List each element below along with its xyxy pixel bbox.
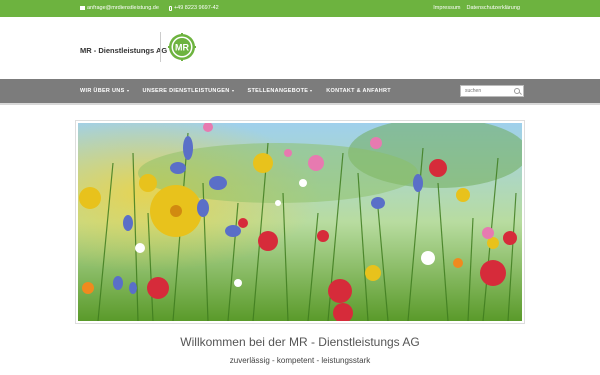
chevron-down-icon — [126, 90, 129, 92]
chevron-down-icon — [310, 90, 313, 92]
nav-item-label: WIR ÜBER UNS — [80, 88, 125, 94]
nav-item-label: STELLENANGEBOTE — [247, 88, 309, 94]
phone-icon — [168, 5, 172, 11]
nav-item-about[interactable]: WIR ÜBER UNS — [80, 88, 129, 94]
search-icon[interactable] — [514, 88, 520, 94]
search-input[interactable] — [463, 86, 513, 96]
phone-link[interactable]: +49 8223 9697-42 — [168, 5, 219, 11]
email-text[interactable]: anfrage@mrdienstleistung.de — [87, 5, 159, 11]
nav-item-label: KONTAKT & ANFAHRT — [326, 88, 391, 94]
top-links: Impressum Datenschutzerklärung — [433, 5, 520, 11]
logo-text: MR — [175, 43, 189, 53]
contact-info: anfrage@mrdienstleistung.de +49 8223 969… — [80, 5, 219, 11]
search-box[interactable] — [460, 85, 524, 97]
site-header: MR - Dienstleistungs AG MR — [0, 17, 600, 79]
top-bar: anfrage@mrdienstleistung.de +49 8223 969… — [0, 0, 600, 17]
nav-item-jobs[interactable]: STELLENANGEBOTE — [248, 88, 313, 94]
mr-logo[interactable]: MR — [168, 33, 196, 61]
logo-divider — [160, 32, 161, 62]
chevron-down-icon — [231, 90, 234, 92]
tagline: zuverlässig - kompetent - leistungsstark — [229, 356, 371, 365]
impressum-link[interactable]: Impressum — [433, 5, 460, 11]
mail-icon — [80, 6, 85, 10]
email-link[interactable]: anfrage@mrdienstleistung.de — [80, 5, 159, 11]
phone-text[interactable]: +49 8223 9697-42 — [174, 5, 219, 11]
hero-image-flower-meadow — [78, 123, 522, 321]
welcome-heading: Willkommen bei der MR - Dienstleistungs … — [180, 335, 420, 349]
nav-item-contact[interactable]: KONTAKT & ANFAHRT — [326, 88, 391, 94]
site-brand[interactable]: MR - Dienstleistungs AG — [80, 46, 167, 55]
nav-item-services[interactable]: UNSERE DIENSTLEISTUNGEN — [143, 88, 234, 94]
nav-item-label: UNSERE DIENSTLEISTUNGEN — [142, 88, 230, 94]
privacy-link[interactable]: Datenschutzerklärung — [466, 5, 520, 11]
